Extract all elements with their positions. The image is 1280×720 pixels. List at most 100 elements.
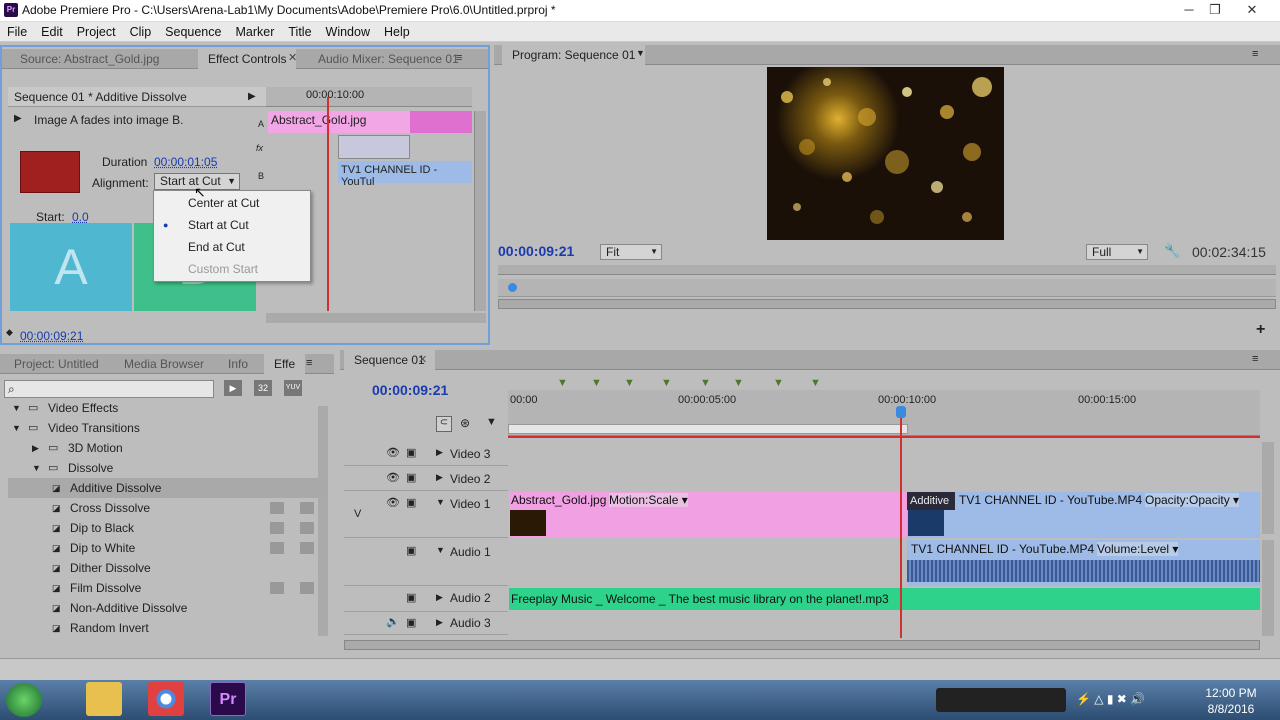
sequence-marker-icon[interactable]: ▼ [661,377,672,389]
tree-item[interactable]: ▶ ▭ 3D Motion [8,438,326,458]
timeline-playhead[interactable] [900,410,902,638]
sequence-marker-icon[interactable]: ▼ [591,377,602,389]
option-start-at-cut[interactable]: Start at Cut [188,218,249,232]
menu-project[interactable]: Project [70,22,123,42]
snap-icon[interactable]: ⊂ [436,416,452,432]
speaker-icon[interactable]: 🔊 [386,615,400,628]
fit-select[interactable]: Fit ▼ [600,244,662,260]
clip-tv1-audio[interactable]: TV1 CHANNEL ID - YouTube.MP4 [A] Volume:… [907,540,1260,586]
program-ruler[interactable] [498,265,1276,275]
mini-ruler[interactable] [266,87,472,107]
accelerated-effects-icon[interactable]: ▶ [224,380,242,396]
tree-item[interactable]: ▼ ▭ Video Transitions [8,418,326,438]
mini-scrollbar[interactable] [474,111,486,311]
timeline-hscroll[interactable] [344,640,1260,650]
panel-menu-icon[interactable]: ≡ [306,357,312,369]
start-button[interactable] [6,683,42,717]
lock-icon[interactable]: ▣ [406,616,416,629]
sequence-marker-icon[interactable]: ▼ [810,377,821,389]
tree-item[interactable]: ◪ Dip to Black [8,518,326,538]
clip-tv1-video[interactable]: Additive TV1 CHANNEL ID - YouTube.MP4 [V… [907,492,1260,538]
play-transition-icon[interactable]: ▶ [14,113,22,124]
program-zoom-bar[interactable] [498,299,1276,309]
sequence-marker-icon[interactable]: ▼ [733,377,744,389]
tree-item[interactable]: ◪ Dip to White [8,538,326,558]
clip-effect-dropdown[interactable]: Motion:Scale ▾ [609,493,688,507]
panel-menu-icon[interactable]: ≡ [456,52,462,64]
minimize-button[interactable]: ─ [1178,1,1200,19]
tree-item[interactable]: ◪ Random Invert [8,618,326,638]
option-end-at-cut[interactable]: End at Cut [188,240,245,254]
playhead-handle[interactable] [896,406,906,418]
explorer-icon[interactable] [86,682,122,716]
maximize-button[interactable]: ❐ [1204,1,1226,19]
mini-playhead[interactable] [327,97,329,311]
system-tray-icons[interactable]: ⚡ △ ▮ ✖ 🔊 [1076,692,1196,710]
timeline-timecode[interactable]: 00:00:09:21 [372,382,448,398]
expand-arrow-icon[interactable]: ▶ [248,91,256,102]
menu-title[interactable]: Title [281,22,318,42]
tab-effects[interactable]: Effe [264,354,306,374]
expand-arrow-icon[interactable]: ▶ [436,617,443,628]
premiere-taskbar-icon[interactable]: Pr [210,682,246,716]
clip-effect-dropdown[interactable]: Volume:Level ▾ [1097,542,1179,556]
expand-arrow-icon[interactable]: ▶ [436,472,443,483]
mini-hscroll[interactable] [266,313,486,323]
clip-effect-dropdown[interactable]: Opacity:Opacity ▾ [1145,493,1240,507]
tab-source[interactable]: Source: Abstract_Gold.jpg [10,49,169,69]
sequence-marker-icon[interactable]: ▼ [773,377,784,389]
wrench-icon[interactable]: 🔧 [1164,243,1180,259]
mini-transition[interactable] [338,135,410,159]
clip-freeplay-music[interactable]: Freeplay Music _ Welcome _ The best musi… [509,588,1260,610]
panel-menu-icon[interactable]: ≡ [1252,353,1258,365]
recorder-toolbar[interactable] [936,688,1066,712]
sequence-marker-icon[interactable]: ▼ [557,377,568,389]
duration-value[interactable]: 00:00:01:05 [154,155,217,169]
work-area-bar[interactable] [508,436,1260,438]
sequence-marker-icon[interactable]: ▼ [700,377,711,389]
clip-abstract-gold[interactable]: Abstract_Gold.jpg Motion:Scale ▾ [509,492,907,538]
eye-icon[interactable]: 👁 [386,446,400,459]
lock-icon[interactable]: ▣ [406,446,416,459]
menu-clip[interactable]: Clip [123,22,159,42]
clock-date[interactable]: 8/8/2016 [1204,702,1258,716]
footer-timecode[interactable]: 00:00:09:21 [20,329,83,343]
tab-effect-controls[interactable]: Effect Controls [198,49,297,69]
chrome-icon[interactable] [148,682,184,716]
video-scrollbar[interactable] [1262,442,1274,534]
lock-icon[interactable]: ▣ [406,471,416,484]
effects-search-input[interactable]: ⌕ [4,380,214,398]
tab-project[interactable]: Project: Untitled [4,354,109,374]
menu-sequence[interactable]: Sequence [158,22,228,42]
panel-menu-icon[interactable]: ≡ [1252,48,1258,60]
menu-file[interactable]: File [0,22,34,42]
tree-item[interactable]: ◪ Additive Dissolve [8,478,326,498]
yuv-effects-icon[interactable]: YUV [284,380,302,396]
lock-icon[interactable]: ▣ [406,544,416,557]
chevron-down-icon[interactable]: ▼ [636,48,645,58]
tab-audio-mixer[interactable]: Audio Mixer: Sequence 01 [308,49,469,69]
audio-scrollbar[interactable] [1262,540,1274,636]
close-tab-icon[interactable]: ✕ [418,353,427,366]
program-timecode[interactable]: 00:00:09:21 [498,243,574,259]
32bit-effects-icon[interactable]: 32 [254,380,272,396]
program-playhead[interactable] [508,283,517,292]
set-marker-icon[interactable]: ⊛ [460,416,470,430]
collapse-arrow-icon[interactable]: ▼ [436,545,445,555]
eye-icon[interactable]: 👁 [386,471,400,484]
menu-marker[interactable]: Marker [228,22,281,42]
lock-icon[interactable]: ▣ [406,496,416,509]
mini-clip-a[interactable]: Abstract_Gold.jpg [268,111,472,133]
tree-item[interactable]: ▼ ▭ Video Effects [8,398,326,418]
sequence-marker-icon[interactable]: ▼ [624,377,635,389]
close-tab-icon[interactable]: ✕ [288,51,297,64]
lock-icon[interactable]: ▣ [406,591,416,604]
tree-item[interactable]: ◪ Dither Dissolve [8,558,326,578]
mini-clip-b[interactable]: TV1 CHANNEL ID - YouTul [338,161,472,188]
menu-window[interactable]: Window [319,22,377,42]
start-value[interactable]: 0.0 [72,210,89,224]
quality-select[interactable]: Full ▼ [1086,244,1148,260]
marker-icon[interactable]: ▼ [486,416,497,428]
clock-time[interactable]: 12:00 PM [1204,686,1258,700]
tree-item[interactable]: ▼ ▭ Dissolve [8,458,326,478]
